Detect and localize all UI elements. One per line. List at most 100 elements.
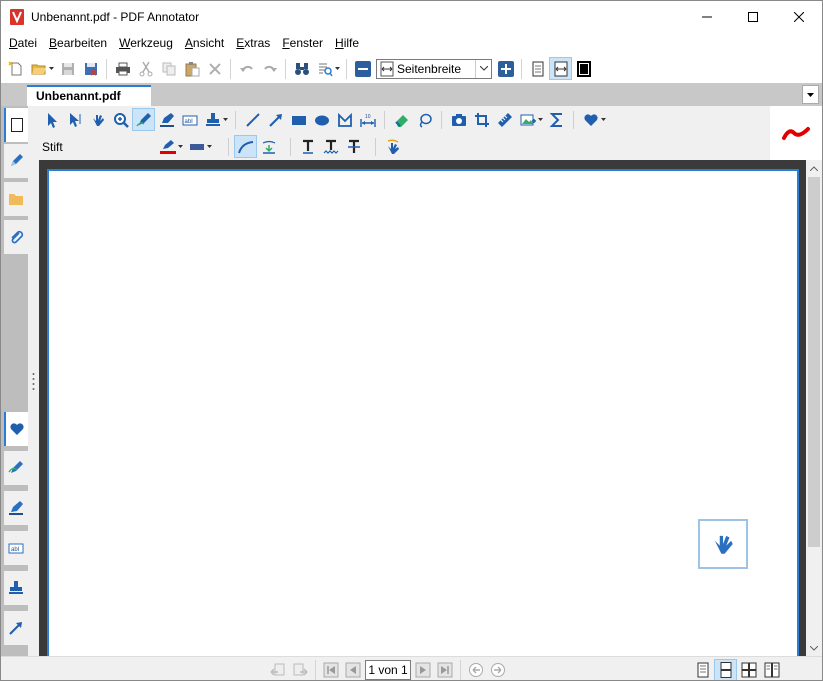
zoom-select[interactable]: Seitenbreite: [376, 58, 492, 79]
pen-color-dropdown[interactable]: [176, 135, 185, 158]
minimize-button[interactable]: [684, 1, 730, 32]
copy-button[interactable]: [157, 57, 180, 80]
cut-button[interactable]: [134, 57, 157, 80]
sidebar-item-marker-tool[interactable]: [4, 491, 28, 525]
hand-tool-button[interactable]: [86, 108, 109, 131]
sidebar-item-stamp-tool[interactable]: [4, 571, 28, 605]
measure-tool-button[interactable]: 10: [356, 108, 379, 131]
close-button[interactable]: [776, 1, 822, 32]
zoom-dropdown[interactable]: [475, 59, 491, 78]
snapshot-tool-button[interactable]: [447, 108, 470, 131]
toolbar-separator: [285, 58, 286, 79]
tab-unbenannt[interactable]: Unbenannt.pdf: [27, 85, 151, 106]
new-document-button[interactable]: [4, 57, 27, 80]
scroll-thumb[interactable]: [808, 177, 820, 547]
polygon-tool-button[interactable]: [333, 108, 356, 131]
line-tool-button[interactable]: [241, 108, 264, 131]
single-page-view-button[interactable]: [526, 57, 549, 80]
stamp-dropdown[interactable]: [221, 108, 230, 131]
paste-button[interactable]: [180, 57, 203, 80]
favorites-dropdown[interactable]: [599, 108, 608, 131]
history-forward-button[interactable]: [487, 659, 509, 680]
zoom-out-button[interactable]: [351, 57, 374, 80]
print-button[interactable]: [111, 57, 134, 80]
sidebar-item-text-tool[interactable]: abI: [4, 531, 28, 565]
eraser-tool-button[interactable]: [390, 108, 413, 131]
ruler-tool-button[interactable]: [493, 108, 516, 131]
ellipse-tool-button[interactable]: [310, 108, 333, 131]
sidebar-item-pages[interactable]: [4, 108, 28, 142]
menu-datei[interactable]: Datei: [3, 32, 43, 54]
text-strikeout-button[interactable]: [342, 135, 365, 158]
sidebar-item-favorites[interactable]: [4, 412, 28, 446]
document-view[interactable]: [39, 160, 806, 659]
zoom-in-button[interactable]: [494, 57, 517, 80]
chevron-down-icon: [601, 118, 606, 121]
arrow-tool-button[interactable]: [264, 108, 287, 131]
scroll-up-button[interactable]: [806, 160, 822, 176]
menu-fenster[interactable]: Fenster: [276, 32, 329, 54]
previous-page-button[interactable]: [342, 659, 364, 680]
text-strikeout-icon: [347, 139, 360, 153]
maximize-button[interactable]: [730, 1, 776, 32]
line-width-dropdown[interactable]: [205, 135, 214, 158]
sidebar-item-annotations[interactable]: [4, 144, 28, 178]
lasso-tool-button[interactable]: [413, 108, 436, 131]
first-page-button[interactable]: [320, 659, 342, 680]
select-tool-button[interactable]: [40, 108, 63, 131]
menu-bearbeiten[interactable]: Bearbeiten: [43, 32, 113, 54]
view-two-pages-button[interactable]: [737, 659, 760, 680]
pdf-page[interactable]: [47, 169, 799, 659]
view-single-page-button[interactable]: [691, 659, 714, 680]
select-text-tool-button[interactable]: [63, 108, 86, 131]
sidebar-item-attachments[interactable]: [4, 220, 28, 254]
text-underline-button[interactable]: [296, 135, 319, 158]
menu-extras[interactable]: Extras: [230, 32, 276, 54]
history-back-button[interactable]: [465, 659, 487, 680]
open-dropdown[interactable]: [47, 57, 56, 80]
back-button[interactable]: [267, 659, 289, 680]
smooth-stroke-button[interactable]: [234, 135, 257, 158]
sidebar-item-bookmarks[interactable]: [4, 182, 28, 216]
rectangle-tool-button[interactable]: [287, 108, 310, 131]
next-page-button[interactable]: [412, 659, 434, 680]
text-squiggly-button[interactable]: [319, 135, 342, 158]
view-facing-button[interactable]: [760, 659, 783, 680]
menu-ansicht-label: nsicht: [192, 36, 225, 50]
crop-tool-button[interactable]: [470, 108, 493, 131]
vertical-scrollbar[interactable]: [806, 160, 822, 656]
sidebar-item-arrow-tool[interactable]: [4, 611, 28, 645]
touch-mode-button[interactable]: [381, 135, 404, 158]
zoom-tool-button[interactable]: [109, 108, 132, 131]
text-tool-button[interactable]: abI: [178, 108, 201, 131]
sidebar-resize-grip[interactable]: [32, 371, 35, 391]
forward-button[interactable]: [289, 659, 311, 680]
menu-hilfe[interactable]: Hilfe: [329, 32, 365, 54]
full-screen-button[interactable]: [572, 57, 595, 80]
scroll-down-button[interactable]: [806, 640, 822, 656]
find-button[interactable]: [290, 57, 313, 80]
save-as-button[interactable]: [79, 57, 102, 80]
undo-button[interactable]: [235, 57, 258, 80]
last-page-button[interactable]: [434, 659, 456, 680]
fit-width-button[interactable]: [549, 57, 572, 80]
pen-tool-button[interactable]: [132, 108, 155, 131]
marker-tool-button[interactable]: [155, 108, 178, 131]
pan-mode-button[interactable]: [698, 519, 748, 569]
save-button[interactable]: [56, 57, 79, 80]
formula-tool-button[interactable]: [545, 108, 568, 131]
scissors-icon: [139, 61, 152, 76]
menu-ansicht[interactable]: Ansicht: [179, 32, 230, 54]
redo-button[interactable]: [258, 57, 281, 80]
status-separator: [315, 660, 316, 680]
menu-werkzeug[interactable]: Werkzeug: [113, 32, 179, 54]
page-number-field[interactable]: 1 von 1: [365, 660, 411, 680]
search-dropdown[interactable]: [333, 57, 342, 80]
insert-image-dropdown[interactable]: [536, 108, 545, 131]
tab-list-button[interactable]: [802, 85, 819, 104]
menu-ansicht-key: A: [184, 36, 193, 50]
straighten-stroke-button[interactable]: [257, 135, 280, 158]
view-continuous-button[interactable]: [714, 659, 737, 680]
delete-button[interactable]: [203, 57, 226, 80]
sidebar-item-pen-tool[interactable]: [4, 451, 28, 485]
